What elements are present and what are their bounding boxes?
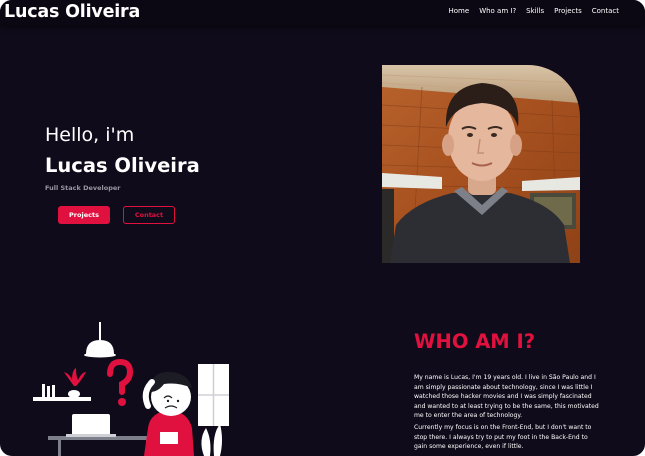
nav-link-who-am-i[interactable]: Who am I? — [479, 7, 516, 16]
contact-button[interactable]: Contact — [123, 206, 175, 224]
about-title: WHO AM I? — [414, 330, 536, 353]
brand-logo[interactable]: Lucas Oliveira — [4, 0, 140, 24]
projects-button[interactable]: Projects — [58, 206, 110, 224]
hero-greeting: Hello, i'm — [45, 124, 135, 146]
about-paragraph-2: Currently my focus is on the Front-End, … — [414, 424, 592, 451]
page: Lucas Oliveira Home Who am I? Skills Pro… — [0, 0, 645, 456]
nav-link-skills[interactable]: Skills — [526, 7, 544, 16]
developer-illustration — [28, 322, 248, 456]
nav-link-home[interactable]: Home — [449, 7, 470, 16]
profile-photo — [382, 65, 580, 263]
nav-link-contact[interactable]: Contact — [592, 7, 619, 16]
nav-links: Home Who am I? Skills Projects Contact — [439, 7, 619, 16]
about-paragraph-1: My name is Lucas, I'm 19 years old. I li… — [414, 374, 599, 420]
nav-link-projects[interactable]: Projects — [554, 7, 582, 16]
navbar: Lucas Oliveira Home Who am I? Skills Pro… — [0, 0, 645, 25]
hero-role: Full Stack Developer — [45, 184, 121, 192]
hero-name: Lucas Oliveira — [45, 154, 200, 177]
